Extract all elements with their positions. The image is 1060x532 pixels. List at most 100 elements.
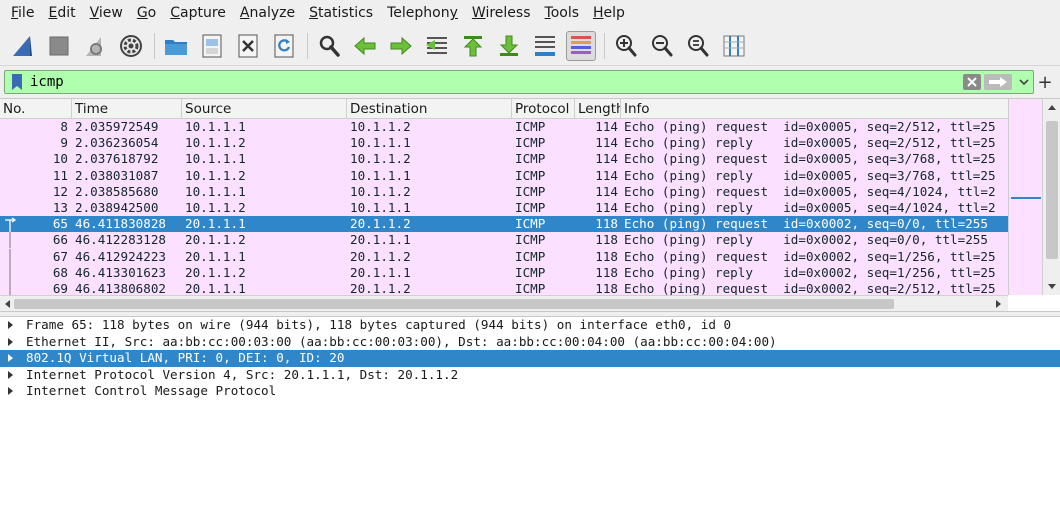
expand-triangle-icon[interactable]	[8, 387, 26, 396]
packet-list-horizontal-scrollbar[interactable]	[0, 295, 1008, 311]
cell-time: 46.413301623	[75, 264, 166, 280]
expand-triangle-icon[interactable]	[8, 337, 26, 346]
menu-item[interactable]: Go	[130, 0, 163, 26]
menu-item[interactable]: Statistics	[302, 0, 380, 26]
detail-tree-item[interactable]: Ethernet II, Src: aa:bb:cc:00:03:00 (aa:…	[0, 334, 1060, 351]
close-file-button[interactable]	[233, 31, 263, 61]
go-forward-button[interactable]	[386, 31, 416, 61]
packet-row[interactable]: 13 2.038942500 10.1.1.2 10.1.1.1 ICMP 114 Echo…	[0, 199, 1008, 217]
stop-capture-button[interactable]	[44, 31, 74, 61]
detail-tree-label: Internet Protocol Version 4, Src: 20.1.1…	[26, 366, 459, 382]
cell-info: Echo (ping) reply id=0x0002, seq=1/256, …	[624, 264, 996, 280]
open-file-button[interactable]	[161, 31, 191, 61]
cell-no: 10	[52, 151, 68, 167]
packet-row[interactable]: 69 46.413806802 20.1.1.1 20.1.1.2 ICMP 118 Ech…	[0, 280, 1008, 295]
expand-triangle-icon[interactable]	[8, 370, 26, 379]
column-header-length[interactable]: Length	[575, 99, 621, 118]
add-filter-button-plus-icon[interactable]: +	[1034, 72, 1056, 93]
column-header-protocol[interactable]: Protocol	[512, 99, 575, 118]
menu-item[interactable]: Edit	[41, 0, 82, 26]
menu-item[interactable]: Capture	[163, 0, 233, 26]
cell-time: 2.036236054	[75, 135, 159, 151]
menu-item[interactable]: Tools	[538, 0, 587, 26]
expand-triangle-icon[interactable]	[8, 354, 26, 363]
packet-row-selected[interactable]: 65 46.411830828 20.1.1.1 20.1.1.2 ICMP 118 Ech…	[0, 216, 1008, 233]
detail-tree-label: Ethernet II, Src: aa:bb:cc:00:03:00 (aa:…	[26, 333, 777, 349]
first-packet-button[interactable]	[458, 31, 488, 61]
menu-item[interactable]: File	[4, 0, 41, 26]
scroll-down-arrow-icon	[1048, 284, 1056, 289]
go-back-arrow-icon	[354, 36, 376, 55]
last-packet-icon	[499, 35, 519, 56]
cell-source: 20.1.1.1	[185, 248, 246, 264]
colorize-button[interactable]	[566, 30, 596, 61]
packet-row[interactable]: 67 46.412924223 20.1.1.1 20.1.1.2 ICMP 118 Ech…	[0, 248, 1008, 265]
reload-file-button[interactable]	[269, 31, 299, 61]
cell-protocol: ICMP	[515, 264, 546, 280]
packet-minimap[interactable]	[1008, 99, 1042, 295]
expand-triangle-icon[interactable]	[8, 321, 26, 330]
restart-capture-button[interactable]	[80, 31, 110, 61]
normal-size-button[interactable]	[683, 31, 713, 61]
packet-row[interactable]: 11 2.038031087 10.1.1.2 10.1.1.1 ICMP 114 Echo…	[0, 167, 1008, 184]
packet-row[interactable]: 10 2.037618792 10.1.1.1 10.1.1.2 ICMP 114 Echo…	[0, 151, 1008, 168]
cell-time: 2.037618792	[75, 151, 159, 167]
menu-item[interactable]: Wireless	[465, 0, 538, 26]
column-header-source[interactable]: Source	[182, 99, 347, 118]
cell-no: 9	[60, 135, 68, 151]
menu-mnemonic: C	[170, 5, 181, 21]
packet-row[interactable]: 12 2.038585680 10.1.1.1 10.1.1.2 ICMP 114 Echo…	[0, 183, 1008, 200]
packet-row[interactable]: 8 2.035972549 10.1.1.1 10.1.1.2 ICMP 114 Echo …	[0, 119, 1008, 136]
column-header-time[interactable]: Time	[72, 99, 182, 118]
cell-destination: 10.1.1.2	[350, 119, 411, 134]
cell-protocol: ICMP	[515, 280, 546, 295]
cell-time: 46.411830828	[75, 216, 166, 232]
column-header-no[interactable]: No.	[0, 99, 72, 118]
detail-tree-item[interactable]: 802.1Q Virtual LAN, PRI: 0, DEI: 0, ID: …	[0, 350, 1060, 367]
menu-item[interactable]: Telephony	[380, 0, 465, 26]
vertical-scroll-thumb[interactable]	[1046, 121, 1058, 259]
cell-length: 114	[595, 167, 618, 183]
cell-source: 20.1.1.1	[185, 216, 246, 232]
cell-source: 10.1.1.2	[185, 167, 246, 183]
cell-no: 12	[52, 183, 68, 199]
apply-filter-button[interactable]	[984, 74, 1012, 90]
menu-mnemonic: G	[136, 5, 148, 21]
recent-filters-dropdown[interactable]	[1015, 73, 1033, 91]
filter-bookmark-button[interactable]	[10, 73, 24, 91]
horizontal-scroll-thumb[interactable]	[14, 299, 894, 309]
cell-length: 118	[595, 264, 618, 280]
detail-tree-item[interactable]: Internet Protocol Version 4, Src: 20.1.1…	[0, 367, 1060, 384]
minimap-selected-marker	[1011, 197, 1041, 199]
detail-tree-item[interactable]: Frame 65: 118 bytes on wire (944 bits), …	[0, 317, 1060, 334]
packet-list-vertical-scrollbar[interactable]	[1042, 99, 1060, 295]
detail-tree-item[interactable]: Internet Control Message Protocol	[0, 383, 1060, 400]
packet-row[interactable]: 9 2.036236054 10.1.1.2 10.1.1.1 ICMP 114 Echo …	[0, 135, 1008, 152]
column-header-destination[interactable]: Destination	[347, 99, 512, 118]
packet-row[interactable]: 66 46.412283128 20.1.1.2 20.1.1.1 ICMP 118 Ech…	[0, 232, 1008, 249]
clear-filter-button[interactable]	[963, 74, 981, 90]
auto-scroll-button[interactable]	[530, 31, 560, 61]
go-back-button[interactable]	[350, 31, 380, 61]
menu-item[interactable]: View	[83, 0, 130, 26]
clear-x-icon	[967, 77, 977, 87]
normal-size-icon	[688, 34, 709, 56]
cell-source: 10.1.1.2	[185, 135, 246, 151]
resize-columns-button[interactable]	[719, 31, 749, 61]
find-packet-button[interactable]	[314, 31, 344, 61]
zoom-in-button[interactable]	[611, 31, 641, 61]
zoom-out-button[interactable]	[647, 31, 677, 61]
go-to-packet-button[interactable]	[422, 31, 452, 61]
detail-tree-label: 802.1Q Virtual LAN, PRI: 0, DEI: 0, ID: …	[26, 350, 345, 365]
cell-length: 114	[595, 151, 618, 167]
capture-options-button[interactable]	[116, 31, 146, 61]
last-packet-button[interactable]	[494, 31, 524, 61]
packet-row[interactable]: 68 46.413301623 20.1.1.2 20.1.1.1 ICMP 118 Ech…	[0, 264, 1008, 281]
display-filter-input[interactable]	[28, 71, 963, 93]
menu-item[interactable]: Analyze	[233, 0, 302, 26]
start-capture-button[interactable]	[8, 31, 38, 61]
column-header-info[interactable]: Info	[621, 99, 1008, 118]
menu-item[interactable]: Help	[586, 0, 632, 26]
save-file-button[interactable]	[197, 31, 227, 61]
cell-source: 20.1.1.1	[185, 280, 246, 295]
